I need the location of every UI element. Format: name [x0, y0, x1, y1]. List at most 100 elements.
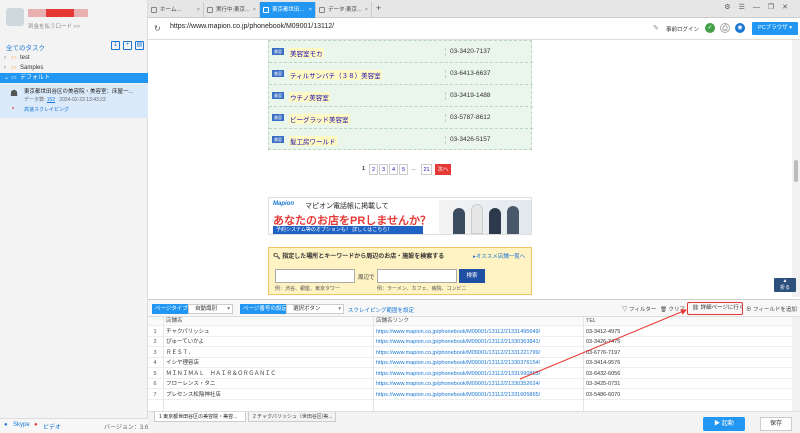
- globe-icon[interactable]: ◉: [735, 23, 745, 33]
- tab-running[interactable]: 実行中:東京... ×: [204, 2, 260, 18]
- scrape-range-link[interactable]: スクレイピング範囲を設定: [348, 306, 414, 314]
- table-row[interactable]: 2 ぴゅーていかよ https://www.mapion.co.jp/phonebo…: [148, 338, 792, 348]
- new-task-icon[interactable]: ▤: [135, 41, 144, 50]
- shop-name[interactable]: ティルサンバチ（３８）美容室: [289, 70, 382, 80]
- table-row[interactable]: 5 ＭＩＮＩＭＡＬ ＨＡＩＲ＆ＯＲＧＡＮＩＣ https://www.mapion.…: [148, 370, 792, 379]
- column-header[interactable]: 店舗名: [164, 317, 372, 326]
- cell-tel[interactable]: 03-6776-7197: [584, 349, 792, 358]
- tree-item-samples[interactable]: › ▭ Samples: [0, 63, 148, 73]
- cell-tel[interactable]: 03-3412-4975: [584, 328, 792, 337]
- cell-link[interactable]: https://www.mapion.co.jp/phonebook/M0900…: [374, 380, 580, 389]
- pre-login-button[interactable]: 事前ログイン: [666, 25, 699, 33]
- pc-browser-label: PCブラウザ: [758, 25, 788, 31]
- cell-tel[interactable]: 03-3426-7475: [584, 338, 792, 347]
- column-header[interactable]: TEL: [584, 317, 792, 326]
- add-field-button[interactable]: ⊕ フィールドを追加: [746, 305, 797, 313]
- cell-tel[interactable]: 03-3425-0731: [584, 380, 792, 389]
- save-button[interactable]: 保存: [760, 417, 792, 431]
- video-link[interactable]: ビデオ: [43, 422, 61, 431]
- cell-link[interactable]: https://www.mapion.co.jp/phonebook/M0900…: [374, 338, 580, 347]
- cell-name[interactable]: ＲＥＳＴ．: [164, 349, 372, 358]
- grid-scrollbar[interactable]: [792, 317, 800, 411]
- video-icon[interactable]: ●: [34, 422, 38, 428]
- cell-name[interactable]: ＭＩＮＩＭＡＬ ＨＡＩＲ＆ＯＲＧＡＮＩＣ: [164, 370, 372, 379]
- start-button[interactable]: ▶ 起動: [703, 417, 745, 431]
- cell-link[interactable]: https://www.mapion.co.jp/phonebook/M0900…: [374, 349, 580, 358]
- page-4[interactable]: 4: [389, 164, 398, 175]
- tree-item-test[interactable]: › ▭ test: [0, 53, 148, 63]
- user-profile[interactable]: ████████ 到金を払う口ード >>: [6, 6, 146, 36]
- tree-item-default[interactable]: ⌄ ▭ デフォルト: [0, 73, 148, 83]
- window-controls[interactable]: ⚙☰—❐✕: [724, 3, 796, 11]
- tab-data[interactable]: データ:東京... ×: [316, 2, 372, 18]
- close-icon[interactable]: ×: [253, 2, 256, 18]
- cell-name[interactable]: イシヤ理容店: [164, 359, 372, 368]
- cell-name[interactable]: チャクパリッシュ: [164, 328, 372, 337]
- avatar[interactable]: [6, 8, 24, 26]
- upgrade-hint[interactable]: 到金を払う口ード >>: [28, 22, 80, 30]
- tasks-title[interactable]: 全てのタスク: [6, 42, 45, 52]
- refresh-icon[interactable]: ↻: [154, 24, 161, 33]
- close-icon[interactable]: ×: [309, 2, 312, 18]
- go-detail-page-button[interactable]: ⛓︎ 詳細ページに行く: [687, 302, 744, 315]
- clear-button[interactable]: 🗑︎ クリア: [660, 305, 685, 313]
- cell-tel[interactable]: 03-6432-6056: [584, 370, 792, 379]
- step-tab-1[interactable]: 1 東京都世田谷区の美容院・美容...: [154, 412, 246, 422]
- page-number-select[interactable]: 選択ボタン: [286, 304, 344, 314]
- page-type-select[interactable]: 自動識別: [188, 304, 233, 314]
- place-input[interactable]: [275, 269, 355, 283]
- table-row[interactable]: 4 イシヤ理容店 https://www.mapion.co.jp/phoneboo…: [148, 359, 792, 369]
- tab-tokyo[interactable]: 東京都世田... ×: [260, 2, 316, 18]
- page-scroll-thumb[interactable]: [794, 160, 798, 182]
- shop-name[interactable]: ビーグラッド美容室: [289, 114, 350, 124]
- filter-button[interactable]: ▽ フィルター: [622, 305, 656, 313]
- page-3[interactable]: 3: [379, 164, 388, 175]
- pc-browser-dropdown[interactable]: PCブラウザ ▾: [752, 22, 798, 35]
- table-row[interactable]: 7 プレセンス松陰神社店 https://www.mapion.co.jp/phon…: [148, 391, 792, 400]
- cell-link[interactable]: https://www.mapion.co.jp/phonebook/M0900…: [374, 391, 580, 400]
- recommended-link[interactable]: ▸オススメ店舗一覧へ: [473, 252, 525, 260]
- next-page-button[interactable]: 次へ: [435, 164, 451, 175]
- keyword-input[interactable]: [377, 269, 457, 283]
- page-21[interactable]: 21: [421, 164, 432, 175]
- fast-scraping-link[interactable]: 高速スクレイピング: [24, 106, 69, 113]
- close-icon[interactable]: ×: [197, 2, 200, 18]
- page-2[interactable]: 2: [369, 164, 378, 175]
- tab-home[interactable]: ホーム... ×: [148, 2, 204, 18]
- page-icon: [319, 7, 325, 13]
- skype-icon[interactable]: ●: [4, 422, 8, 428]
- search-button[interactable]: 検索: [459, 269, 485, 283]
- cell-link[interactable]: https://www.mapion.co.jp/phonebook/M0900…: [374, 328, 580, 337]
- close-icon[interactable]: ×: [365, 2, 368, 18]
- edit-icon[interactable]: ✎: [653, 24, 659, 32]
- table-row[interactable]: 3 ＲＥＳＴ． https://www.mapion.co.jp/phonebook…: [148, 349, 792, 358]
- column-header[interactable]: 店舗名リンク: [374, 317, 580, 326]
- new-tab-icon[interactable]: +: [376, 3, 381, 13]
- cell-name[interactable]: ぴゅーていかよ: [164, 338, 372, 347]
- page-5[interactable]: 5: [399, 164, 408, 175]
- table-row[interactable]: 1 チャクパリッシュ https://www.mapion.co.jp/phoneb…: [148, 328, 792, 337]
- mobile-icon[interactable]: ⎙: [720, 23, 730, 33]
- data-count[interactable]: 152: [47, 97, 55, 103]
- ad-banner[interactable]: Mapion マピオン電話帳に掲載して あなたのお店をPRしませんか？ 予約シス…: [268, 197, 532, 235]
- skype-link[interactable]: Skype: [13, 422, 30, 428]
- shop-name[interactable]: 美容室モカ: [289, 48, 324, 58]
- new-folder-icon[interactable]: +: [123, 41, 132, 50]
- table-row[interactable]: 6 フローレンス・タニ https://www.mapion.co.jp/phone…: [148, 380, 792, 390]
- shop-tel: 03-5787-8612: [445, 114, 490, 122]
- step-tab-2[interactable]: 2 チャクパリッシュ（世田谷区/美...: [248, 412, 336, 422]
- web-page-view[interactable]: 美容 美容室モカ 03-3420-7137 美容 ティルサンバチ（３８）美容室 03-6…: [148, 40, 792, 297]
- cell-tel[interactable]: 03-3414-9576: [584, 359, 792, 368]
- url-input[interactable]: https://www.mapion.co.jp/phonebook/M0900…: [170, 23, 334, 30]
- cell-name[interactable]: フローレンス・タニ: [164, 380, 372, 389]
- collapse-button[interactable]: ▲ 折る: [774, 278, 796, 292]
- task-item[interactable]: ☗ 東京都世田谷区の美容院・美容室：床屋一... データ数: 152 2024-…: [0, 84, 148, 118]
- status-icon[interactable]: ✓: [705, 23, 715, 33]
- import-icon[interactable]: ↧: [111, 41, 120, 50]
- cell-link[interactable]: https://www.mapion.co.jp/phonebook/M0900…: [374, 370, 580, 379]
- shop-name[interactable]: ウチノ美容室: [289, 92, 330, 102]
- cell-tel[interactable]: 03-5486-6070: [584, 391, 792, 400]
- shop-name[interactable]: 髪工房ワールド: [289, 136, 337, 146]
- cell-name[interactable]: プレセンス松陰神社店: [164, 391, 372, 400]
- cell-link[interactable]: https://www.mapion.co.jp/phonebook/M0900…: [374, 359, 580, 368]
